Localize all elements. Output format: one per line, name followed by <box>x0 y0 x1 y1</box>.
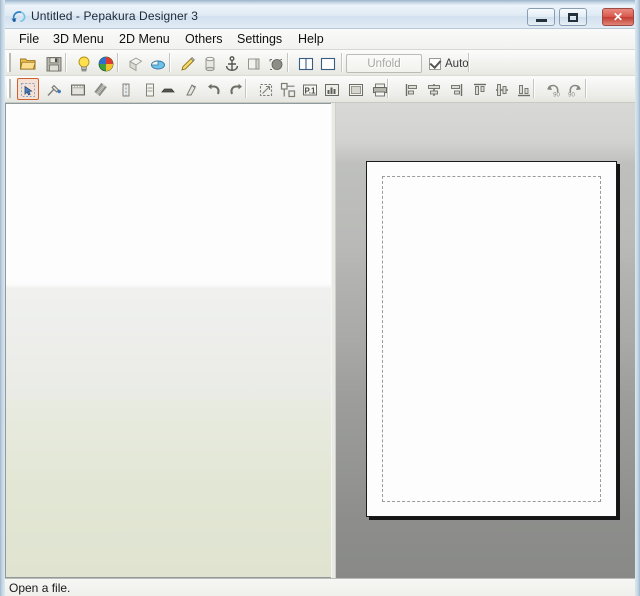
film-strip-icon[interactable] <box>67 78 89 100</box>
menu-item-settings[interactable]: Settings <box>231 31 288 48</box>
align-bottom-icon[interactable] <box>513 78 535 100</box>
auto-checkbox-row[interactable]: Auto <box>429 55 469 72</box>
toolbar-separator <box>169 53 171 72</box>
minimize-icon <box>528 9 554 25</box>
menu-bar: File 3D Menu 2D Menu Others Settings Hel… <box>5 29 635 50</box>
check-icon <box>430 56 442 68</box>
toolbar-separator <box>387 79 389 98</box>
flat-unfold-icon[interactable] <box>125 52 147 74</box>
move-parts-icon[interactable] <box>277 78 299 100</box>
flap-shape-icon[interactable] <box>157 78 179 100</box>
maximize-icon <box>560 9 586 25</box>
dashed-margin-guide <box>382 176 601 502</box>
image-frame-icon[interactable] <box>345 78 367 100</box>
title-bar[interactable]: Untitled - Pepakura Designer 3 ✕ <box>5 5 635 29</box>
rotate-cw-90-icon[interactable]: 90 <box>564 78 586 100</box>
close-icon: ✕ <box>603 9 633 25</box>
toolbar-separator <box>245 79 247 98</box>
paper-sheet[interactable] <box>366 161 617 517</box>
fold-line-icon[interactable] <box>115 78 137 100</box>
application-window: Untitled - Pepakura Designer 3 ✕ File 3D… <box>0 0 640 596</box>
maximize-button[interactable] <box>559 8 587 26</box>
menu-item-3d-menu[interactable]: 3D Menu <box>47 31 110 48</box>
align-right-icon[interactable] <box>445 78 467 100</box>
blue-pie-icon[interactable] <box>147 52 169 74</box>
toolbar-separator <box>585 79 587 98</box>
auto-checkbox[interactable] <box>429 58 441 70</box>
cylinder-icon[interactable] <box>199 52 221 74</box>
align-middle-v-icon[interactable] <box>491 78 513 100</box>
menu-item-help[interactable]: Help <box>292 31 330 48</box>
undo-icon[interactable] <box>203 78 225 100</box>
svg-text:90: 90 <box>553 93 560 99</box>
dotted-sphere-icon[interactable] <box>265 52 287 74</box>
toolbar-separator <box>117 53 119 72</box>
pepakura-swirl-icon <box>10 9 26 25</box>
rotate-part-icon[interactable] <box>181 78 203 100</box>
toolbar-grip[interactable] <box>7 53 11 72</box>
align-left-icon[interactable] <box>401 78 423 100</box>
box-flap-icon[interactable] <box>243 52 265 74</box>
3d-view-panel[interactable] <box>5 103 331 578</box>
2d-unfold-panel[interactable] <box>336 103 635 578</box>
toolbar-separator <box>65 53 67 72</box>
align-center-h-icon[interactable] <box>423 78 445 100</box>
texture-ball-icon[interactable] <box>95 52 117 74</box>
status-message: Open a file. <box>9 581 70 595</box>
pencil-edit-icon[interactable] <box>177 52 199 74</box>
toolbar-separator <box>533 79 535 98</box>
one-page-icon[interactable] <box>317 52 339 74</box>
work-area <box>5 103 635 578</box>
redo-icon[interactable] <box>225 78 247 100</box>
window-frame-right <box>635 0 640 596</box>
menu-item-file[interactable]: File <box>13 31 45 48</box>
unfold-button[interactable]: Unfold <box>346 54 422 73</box>
toolbar-separator <box>287 53 289 72</box>
page-number-icon[interactable]: P.1 <box>299 78 321 100</box>
save-file-icon[interactable] <box>43 52 65 74</box>
primary-toolbar: Unfold Auto <box>5 50 635 76</box>
secondary-toolbar: P.1 <box>5 76 635 103</box>
toolbar-separator <box>341 53 343 72</box>
close-button[interactable]: ✕ <box>602 8 634 26</box>
auto-checkbox-label: Auto <box>445 58 469 70</box>
two-page-icon[interactable] <box>295 52 317 74</box>
align-top-icon[interactable] <box>469 78 491 100</box>
svg-text:P.1: P.1 <box>305 86 317 95</box>
menu-item-others[interactable]: Others <box>179 31 229 48</box>
toolbar-separator <box>468 53 470 72</box>
light-bulb-icon[interactable] <box>73 52 95 74</box>
chart-bars-icon[interactable] <box>321 78 343 100</box>
minimize-button[interactable] <box>527 8 555 26</box>
edge-stripes-icon[interactable] <box>91 78 113 100</box>
join-disjoin-icon[interactable] <box>43 78 65 100</box>
svg-text:90: 90 <box>568 93 575 99</box>
status-bar: Open a file. <box>5 578 635 596</box>
anchor-icon[interactable] <box>221 52 243 74</box>
menu-item-2d-menu[interactable]: 2D Menu <box>113 31 176 48</box>
toolbar-grip[interactable] <box>7 79 11 98</box>
scale-page-icon[interactable] <box>255 78 277 100</box>
window-title: Untitled - Pepakura Designer 3 <box>31 9 198 23</box>
rotate-ccw-90-icon[interactable]: 90 <box>542 78 564 100</box>
open-file-icon[interactable] <box>17 52 39 74</box>
select-arrow-icon[interactable] <box>17 78 39 100</box>
